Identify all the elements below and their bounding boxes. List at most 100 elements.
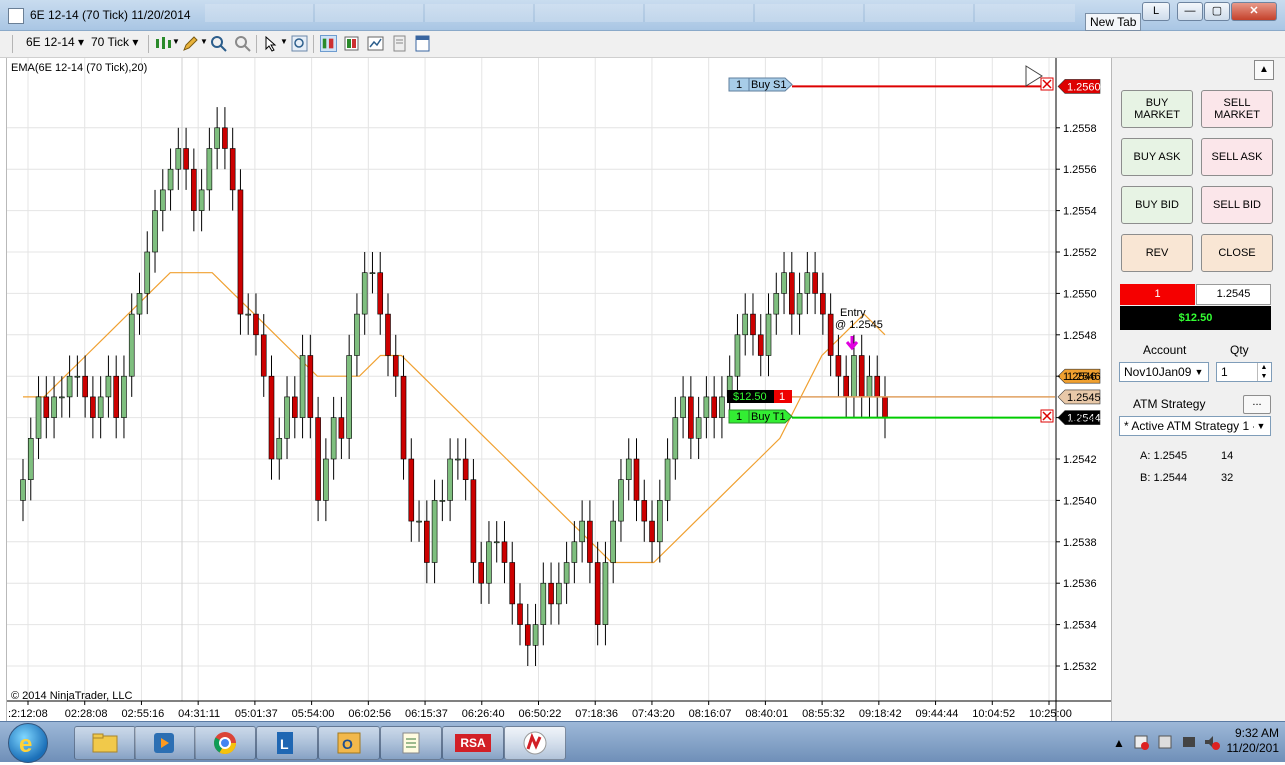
candle-body (276, 437, 283, 460)
atm-strategy-select[interactable]: * Active ATM Strategy 1 - C ▼ (1119, 416, 1271, 436)
price-tick-label: 1.2548 (1063, 330, 1097, 342)
atm-more-button[interactable]: ... (1243, 395, 1271, 414)
qty-label: Qty (1230, 343, 1249, 357)
stop-qty: 1 (736, 79, 742, 91)
properties-icon[interactable] (414, 35, 431, 52)
reverse-button[interactable]: REV (1121, 234, 1193, 272)
candle-body (843, 375, 849, 398)
bar-type-dropdown[interactable]: ▼ (172, 37, 180, 46)
bar-type-icon[interactable] (154, 35, 174, 52)
maximize-button[interactable]: ▢ (1204, 2, 1230, 21)
taskbar-rsa[interactable]: RSA (442, 726, 504, 760)
candle-body (664, 458, 671, 501)
collapse-icon[interactable]: ▲ (1254, 60, 1274, 80)
time-tick-label: 05:54:00 (292, 708, 335, 720)
candle-body (338, 417, 345, 439)
candle-body (369, 272, 376, 274)
price-tick-label: 1.2556 (1063, 164, 1097, 176)
tray-expand-icon[interactable]: ▲ (1113, 736, 1125, 750)
candle-body (804, 272, 811, 294)
sell-ask-button[interactable]: SELL ASK (1201, 138, 1273, 176)
candle-body (159, 189, 166, 211)
candle-body (113, 375, 119, 418)
price-tick-label: 1.2554 (1063, 206, 1097, 218)
buy-bid-button[interactable]: BUY BID (1121, 186, 1193, 224)
cursor-icon[interactable] (263, 35, 280, 52)
stepper-down-icon[interactable]: ▼ (1257, 372, 1270, 381)
taskbar-chrome[interactable] (194, 726, 256, 760)
cursor-dropdown[interactable]: ▼ (280, 37, 288, 46)
candle-body (493, 541, 500, 544)
chart-trader-icon[interactable] (320, 35, 337, 52)
background-tabs (205, 4, 1075, 22)
instrument-selector[interactable]: 6E 12-14 ▾ (26, 35, 84, 49)
candle-body (641, 500, 648, 522)
pencil-icon[interactable] (182, 35, 199, 52)
account-select[interactable]: Nov10Jan09 ▼ (1119, 362, 1209, 382)
taskbar-media-player[interactable] (134, 726, 196, 760)
magnifier-icon[interactable] (291, 35, 308, 52)
cancel-target-icon[interactable] (1040, 409, 1054, 423)
chart-canvas[interactable]: 1.2560 1.2546 1.2545 1.2544 1.2558 1.2556 1.2… (7, 58, 1111, 721)
entry-arrow-icon (845, 336, 859, 351)
price-chart[interactable]: 1.2560 1.2546 1.2545 1.2544 1.2558 1.2556 1.2… (6, 58, 1112, 721)
candle-body (175, 148, 182, 170)
outlook-icon: O (337, 732, 361, 754)
ask-size: 14 (1221, 450, 1234, 462)
candle-body (765, 313, 772, 356)
system-clock[interactable]: 9:32 AM 11/20/201 (1227, 726, 1280, 756)
price-tick-label: 1.2542 (1063, 454, 1097, 466)
cancel-stop-icon[interactable] (1040, 77, 1054, 91)
candle-body (128, 313, 135, 377)
target-qty: 1 (736, 411, 742, 423)
minimize-button[interactable]: — (1177, 2, 1203, 21)
candle-body (827, 313, 834, 356)
quantity-stepper[interactable]: 1 ▲ ▼ (1216, 362, 1272, 382)
candle-body (594, 562, 601, 625)
dom-icon[interactable] (343, 35, 360, 52)
candle-body (532, 624, 539, 646)
buy-ask-button[interactable]: BUY ASK (1121, 138, 1193, 176)
candle-body (424, 520, 430, 563)
letter-l-button[interactable]: L (1142, 2, 1170, 21)
account-label: Account (1143, 343, 1187, 357)
data-box-icon[interactable] (391, 35, 408, 52)
candle-body (144, 251, 151, 294)
candle-body (245, 313, 252, 316)
price-tick-label: 1.2546 (1063, 371, 1097, 383)
taskbar-explorer[interactable] (74, 726, 136, 760)
sell-bid-button[interactable]: SELL BID (1201, 186, 1273, 224)
candle-body (214, 127, 220, 149)
taskbar-notepad[interactable] (380, 726, 442, 760)
toolbar-grip (12, 35, 13, 53)
stepper-up-icon[interactable]: ▲ (1257, 363, 1270, 372)
candle-body (307, 355, 314, 418)
price-tick-label: 1.2558 (1063, 123, 1097, 135)
sell-market-button[interactable]: SELL MARKET (1201, 90, 1273, 128)
zoom-in-icon[interactable] (210, 35, 227, 52)
scroll-end-icon[interactable] (1025, 65, 1043, 87)
close-button[interactable]: ✕ (1231, 2, 1277, 21)
taskbar-outlook[interactable]: O (318, 726, 380, 760)
candle-body (524, 624, 531, 646)
start-button[interactable]: e (8, 723, 48, 763)
taskbar-lync[interactable]: L (256, 726, 318, 760)
candle-body (82, 375, 88, 398)
buy-market-button[interactable]: BUY MARKET (1121, 90, 1193, 128)
chart-properties-icon[interactable] (367, 35, 384, 52)
draw-dropdown[interactable]: ▼ (200, 37, 208, 46)
candle-body (361, 272, 368, 315)
candle-body (625, 458, 632, 481)
tray-icons[interactable] (1133, 734, 1221, 750)
notepad-icon (402, 732, 420, 754)
zoom-out-icon[interactable] (234, 35, 251, 52)
atm-strategy-label: ATM Strategy (1133, 397, 1206, 411)
interval-selector[interactable]: 70 Tick ▾ (91, 35, 138, 49)
candle-body (284, 396, 290, 439)
time-tick-label: 09:18:42 (859, 708, 902, 720)
entry-note: Entry (840, 307, 866, 319)
lync-icon: L (277, 732, 293, 754)
close-position-button[interactable]: CLOSE (1201, 234, 1273, 272)
taskbar-ninjatrader[interactable] (504, 726, 566, 760)
candle-body (610, 520, 616, 563)
